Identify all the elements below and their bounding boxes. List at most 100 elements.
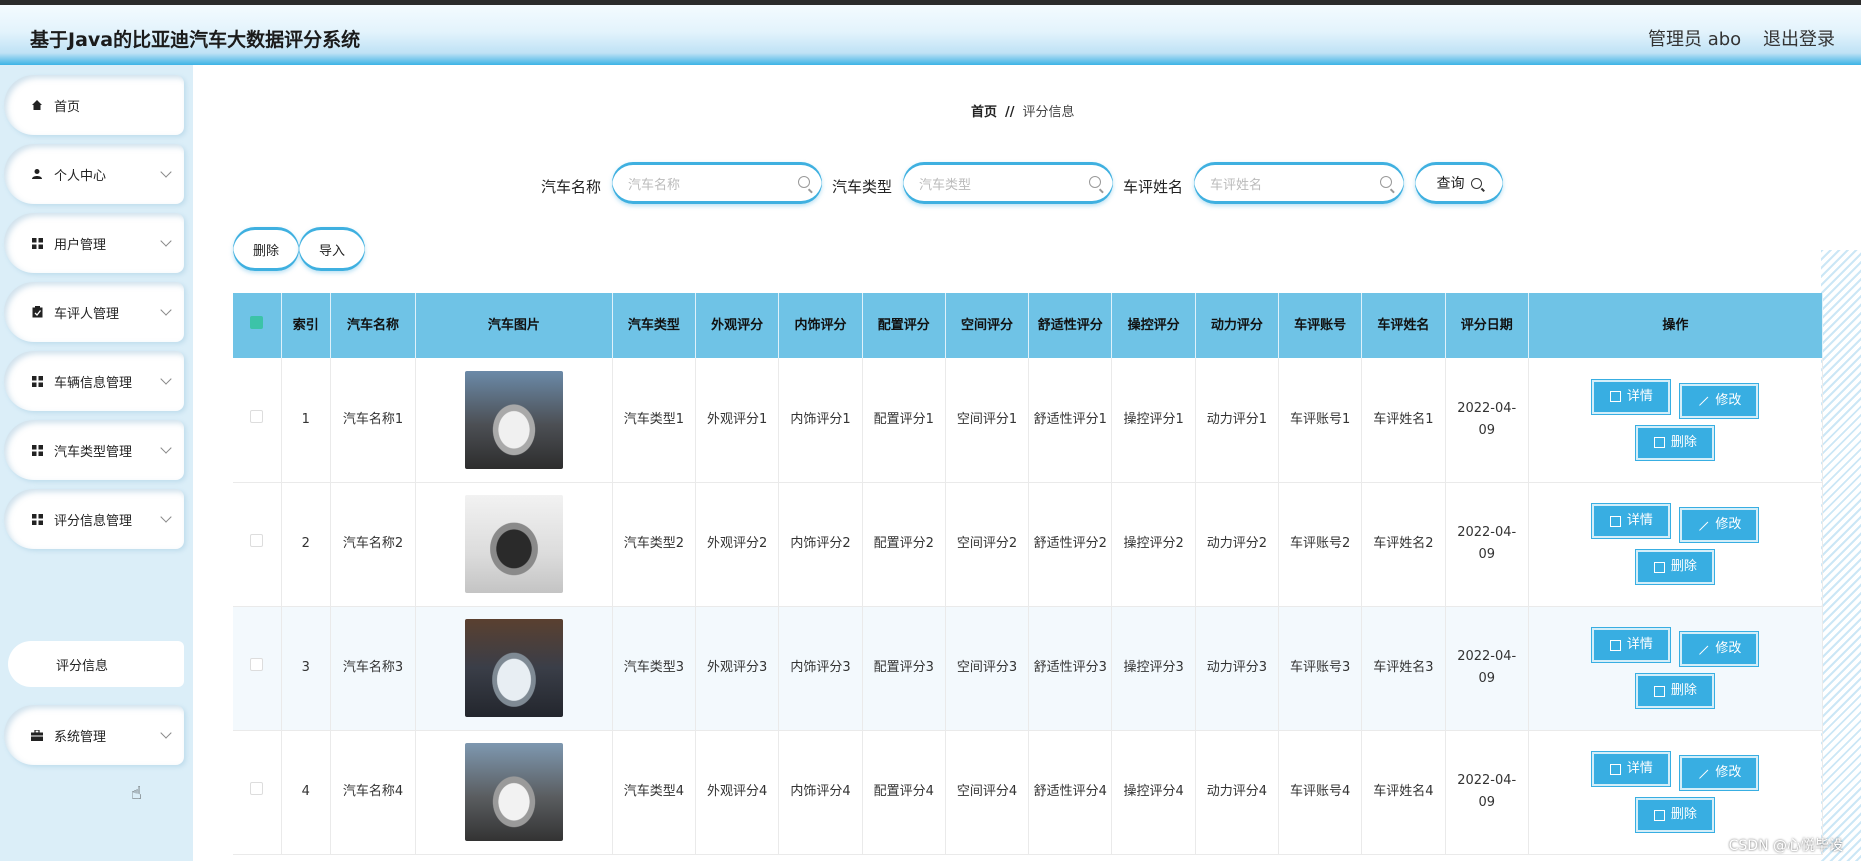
cell-config-score: 配置评分3: [862, 606, 946, 731]
breadcrumb-separator: //: [1005, 105, 1015, 120]
delete-button[interactable]: 删除: [1636, 798, 1715, 832]
edit-button[interactable]: 修改: [1680, 632, 1759, 666]
row-checkbox[interactable]: [250, 782, 264, 795]
cell-reviewer-account: 车评账号3: [1278, 606, 1363, 731]
car-image[interactable]: [464, 743, 563, 841]
edit-label: 修改: [1715, 392, 1742, 408]
cell-interior-score: 内饰评分2: [778, 482, 863, 607]
chevron-down-icon: [160, 235, 172, 247]
sidebar-item-rating-management[interactable]: 评分信息管理: [4, 489, 184, 549]
sidebar-item-user-management[interactable]: 用户管理: [4, 213, 184, 273]
chevron-down-icon: [160, 304, 172, 316]
cell-index: 2: [281, 482, 331, 607]
document-icon: [1609, 639, 1621, 651]
delete-label: 删除: [1670, 683, 1697, 698]
sidebar-item-label: 用户管理: [54, 237, 107, 253]
column-header: 汽车图片: [415, 293, 613, 358]
reviewer-name-input[interactable]: 车评姓名: [1194, 162, 1404, 204]
trash-icon: [1653, 561, 1665, 573]
chevron-down-icon: [160, 373, 172, 385]
breadcrumb-current: 评分信息: [1022, 105, 1075, 120]
cell-power-score: 动力评分3: [1195, 606, 1280, 731]
edit-button[interactable]: 修改: [1680, 756, 1759, 790]
cell-car-name: 汽车名称2: [330, 482, 417, 607]
select-all-cell[interactable]: [233, 293, 282, 358]
detail-button[interactable]: 详情: [1592, 504, 1671, 538]
detail-label: 详情: [1626, 513, 1653, 528]
car-image[interactable]: [464, 495, 563, 593]
car-name-placeholder: 汽车名称: [628, 177, 681, 193]
search-icon: [1470, 177, 1482, 189]
table-header-row: 索引 汽车名称 汽车图片 汽车类型 外观评分 内饰评分 配置评分 空间评分 舒适…: [233, 293, 1824, 358]
edit-button[interactable]: 修改: [1680, 508, 1759, 542]
sidebar-item-car-type-management[interactable]: 汽车类型管理: [4, 420, 184, 480]
sidebar-item-label: 汽车类型管理: [54, 444, 133, 460]
trash-icon: [1653, 685, 1665, 697]
cell-car-image: [415, 730, 613, 855]
cell-actions: 详情 修改 删除: [1528, 482, 1824, 607]
row-checkbox[interactable]: [250, 534, 264, 547]
cell-reviewer-name: 车评姓名1: [1361, 358, 1446, 483]
sidebar-item-personal-center[interactable]: 个人中心: [4, 144, 184, 204]
cell-rating-date: 2022-04-09: [1445, 606, 1529, 731]
sidebar-item-label: 车评人管理: [54, 306, 120, 322]
pencil-icon: [1698, 767, 1709, 779]
cell-power-score: 动力评分2: [1195, 482, 1280, 607]
column-header: 操作: [1528, 293, 1824, 358]
cell-actions: 详情 修改 删除: [1528, 606, 1824, 731]
sidebar-item-system-management[interactable]: 系统管理: [4, 705, 184, 765]
car-name-input[interactable]: 汽车名称: [612, 162, 822, 204]
edit-button[interactable]: 修改: [1680, 383, 1759, 418]
sidebar-item-vehicle-management[interactable]: 车辆信息管理: [4, 351, 184, 411]
sidebar-item-label: 个人中心: [54, 168, 107, 184]
column-header: 索引: [281, 293, 331, 358]
document-icon: [1609, 391, 1621, 403]
cell-config-score: 配置评分2: [862, 482, 946, 607]
sidebar-item-home[interactable]: 首页: [4, 75, 184, 135]
cell-car-type: 汽车类型1: [612, 358, 697, 483]
sidebar-item-label: 评分信息管理: [54, 513, 133, 529]
breadcrumb-home[interactable]: 首页: [971, 105, 997, 120]
cell-config-score: 配置评分4: [862, 730, 946, 855]
detail-button[interactable]: 详情: [1592, 628, 1671, 662]
delete-button[interactable]: 删除: [1636, 550, 1715, 584]
cell-power-score: 动力评分4: [1195, 730, 1280, 855]
logout-link[interactable]: 退出登录: [1763, 25, 1835, 51]
bulk-delete-button[interactable]: 删除: [233, 227, 299, 271]
table-row: 1 汽车名称1 汽车类型1 外观评分1 内饰评分1 配置评分1 空间评分1 舒适…: [233, 358, 1824, 483]
delete-label: 删除: [1670, 434, 1697, 450]
query-button[interactable]: 查询: [1415, 162, 1503, 204]
current-user[interactable]: 管理员 abo: [1648, 25, 1741, 51]
trash-icon: [1653, 437, 1665, 449]
detail-button[interactable]: 详情: [1592, 379, 1671, 414]
cell-comfort-score: 舒适性评分4: [1028, 730, 1113, 855]
watermark: CSDN @心悦毕设: [1728, 838, 1843, 854]
import-button[interactable]: 导入: [299, 227, 365, 271]
pencil-icon: [1698, 643, 1709, 655]
rating-table: 索引 汽车名称 汽车图片 汽车类型 外观评分 内饰评分 配置评分 空间评分 舒适…: [233, 293, 1824, 855]
cell-exterior-score: 外观评分3: [695, 606, 780, 731]
cell-car-image: [415, 358, 613, 483]
sidebar-item-label: 首页: [54, 99, 81, 115]
decorative-stripes: [1821, 250, 1861, 861]
delete-label: 删除: [1670, 807, 1697, 822]
cell-reviewer-name: 车评姓名3: [1361, 606, 1446, 731]
select-all-checkbox[interactable]: [250, 315, 264, 329]
breadcrumb: 首页 // 评分信息: [971, 101, 1075, 120]
row-checkbox[interactable]: [250, 658, 264, 671]
sidebar-subitem-rating-info[interactable]: 评分信息: [8, 641, 184, 687]
car-image[interactable]: [464, 619, 563, 717]
cell-handling-score: 操控评分4: [1111, 730, 1196, 855]
cell-comfort-score: 舒适性评分1: [1028, 358, 1113, 483]
car-image[interactable]: [464, 370, 563, 469]
clipboard-icon: [30, 305, 44, 319]
row-checkbox[interactable]: [250, 409, 264, 423]
delete-button[interactable]: 删除: [1636, 674, 1715, 708]
sidebar-item-reviewer-management[interactable]: 车评人管理: [4, 282, 184, 342]
query-label: 查询: [1436, 176, 1465, 192]
detail-button[interactable]: 详情: [1592, 752, 1671, 786]
edit-label: 修改: [1715, 641, 1742, 656]
delete-button[interactable]: 删除: [1636, 425, 1715, 460]
cell-handling-score: 操控评分3: [1111, 606, 1196, 731]
car-type-input[interactable]: 汽车类型: [903, 162, 1113, 204]
